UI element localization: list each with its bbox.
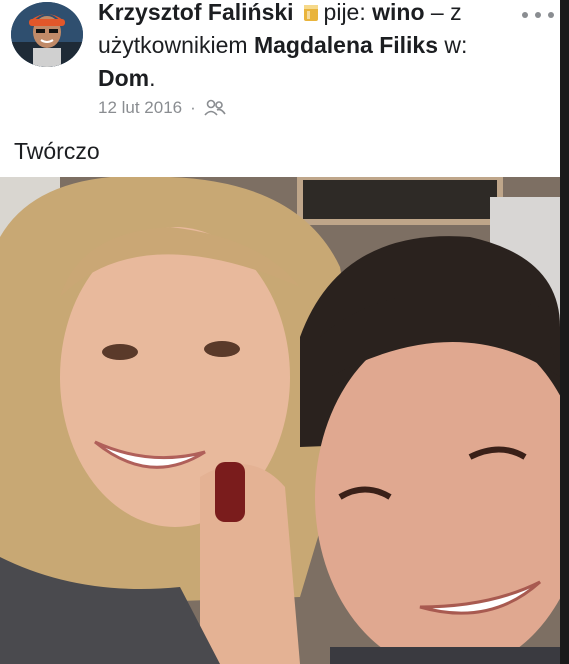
author-avatar[interactable] bbox=[11, 2, 83, 67]
post-photo[interactable] bbox=[0, 177, 560, 664]
window-edge bbox=[560, 0, 569, 664]
friends-icon[interactable] bbox=[204, 99, 226, 117]
activity-object[interactable]: wino bbox=[372, 0, 424, 25]
location-suffix: . bbox=[149, 65, 156, 91]
post-text: Twórczo bbox=[14, 138, 100, 164]
post-meta: 12 lut 2016 · bbox=[98, 96, 226, 120]
post-header: Krzysztof Faliński pije: wino – z użytkow… bbox=[98, 0, 508, 95]
dot bbox=[535, 12, 541, 18]
more-options-icon[interactable] bbox=[522, 4, 554, 26]
location-link[interactable]: Dom bbox=[98, 65, 149, 91]
dot bbox=[548, 12, 554, 18]
activity-verb: pije: bbox=[323, 0, 366, 25]
dot bbox=[522, 12, 528, 18]
location-prefix: w: bbox=[438, 32, 468, 58]
post-card: Krzysztof Faliński pije: wino – z użytkow… bbox=[0, 0, 560, 664]
author-name[interactable]: Krzysztof Faliński bbox=[98, 0, 294, 25]
meta-separator: · bbox=[190, 98, 196, 117]
post-date[interactable]: 12 lut 2016 bbox=[98, 98, 182, 118]
drink-icon bbox=[302, 0, 320, 21]
tagged-user[interactable]: Magdalena Filiks bbox=[254, 32, 438, 58]
